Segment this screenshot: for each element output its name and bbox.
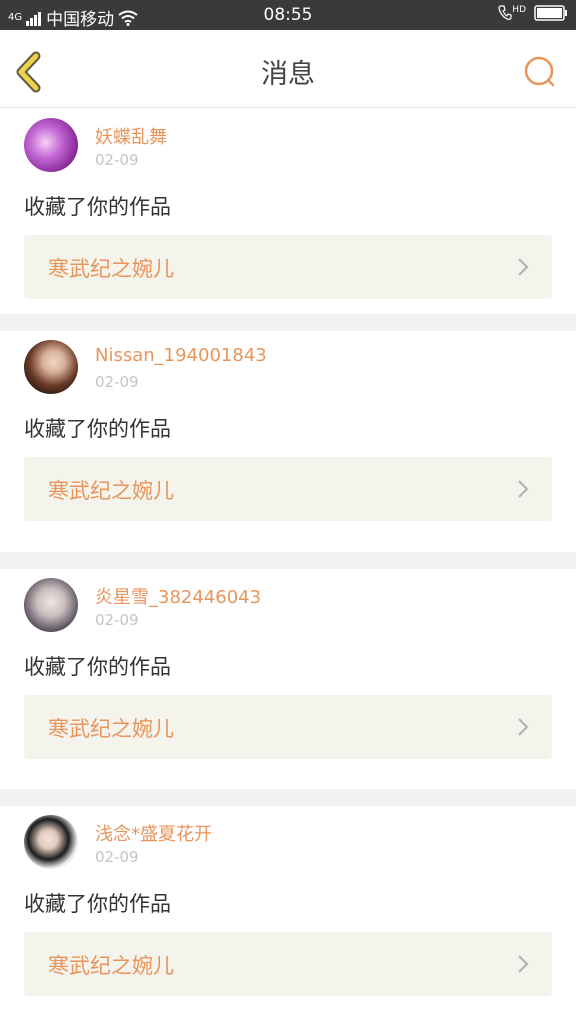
chevron-right-icon: [518, 718, 529, 736]
avatar[interactable]: [24, 118, 78, 172]
work-title: 寒武纪之婉儿: [48, 257, 174, 281]
search-button[interactable]: [522, 54, 558, 90]
battery-icon: [534, 5, 567, 21]
chevron-right-icon: [518, 258, 529, 276]
divider: [0, 314, 576, 331]
notification-item: 妖蝶乱舞 02-09 收藏了你的作品 寒武纪之婉儿: [0, 109, 576, 329]
hd-call-indicator: HD: [498, 5, 526, 21]
notification-item: 浅念*盛夏花开 02-09 收藏了你的作品 寒武纪之婉儿: [0, 806, 576, 1026]
username[interactable]: Nissan_194001843: [95, 345, 267, 366]
work-title: 寒武纪之婉儿: [48, 717, 174, 741]
divider: [0, 552, 576, 569]
page-title: 消息: [261, 59, 315, 90]
username[interactable]: 炎星雪_382446043: [95, 583, 261, 609]
date: 02-09: [95, 151, 139, 169]
date: 02-09: [95, 373, 139, 391]
status-time: 08:55: [263, 5, 313, 25]
date: 02-09: [95, 848, 139, 866]
work-card[interactable]: 寒武纪之婉儿: [24, 695, 552, 759]
header: 消息: [0, 30, 576, 108]
work-card[interactable]: 寒武纪之婉儿: [24, 932, 552, 996]
action-text: 收藏了你的作品: [24, 892, 171, 916]
username[interactable]: 浅念*盛夏花开: [95, 820, 212, 846]
status-right: HD: [498, 5, 568, 21]
date: 02-09: [95, 611, 139, 629]
notification-item: 炎星雪_382446043 02-09 收藏了你的作品 寒武纪之婉儿: [0, 569, 576, 789]
chevron-right-icon: [518, 480, 529, 498]
search-icon: [524, 56, 555, 87]
avatar[interactable]: [24, 340, 78, 394]
action-text: 收藏了你的作品: [24, 195, 171, 219]
hd-label: HD: [512, 5, 526, 15]
divider: [0, 789, 576, 806]
work-title: 寒武纪之婉儿: [48, 954, 174, 978]
action-text: 收藏了你的作品: [24, 655, 171, 679]
chevron-right-icon: [518, 955, 529, 973]
status-bar: 4G 中国移动 08:55 HD: [0, 0, 576, 30]
work-title: 寒武纪之婉儿: [48, 479, 174, 503]
action-text: 收藏了你的作品: [24, 417, 171, 441]
avatar[interactable]: [24, 815, 78, 869]
work-card[interactable]: 寒武纪之婉儿: [24, 457, 552, 521]
notification-item: Nissan_194001843 02-09 收藏了你的作品 寒武纪之婉儿: [0, 331, 576, 551]
avatar[interactable]: [24, 578, 78, 632]
work-card[interactable]: 寒武纪之婉儿: [24, 235, 552, 299]
username[interactable]: 妖蝶乱舞: [95, 123, 167, 149]
phone-icon: [498, 5, 512, 20]
